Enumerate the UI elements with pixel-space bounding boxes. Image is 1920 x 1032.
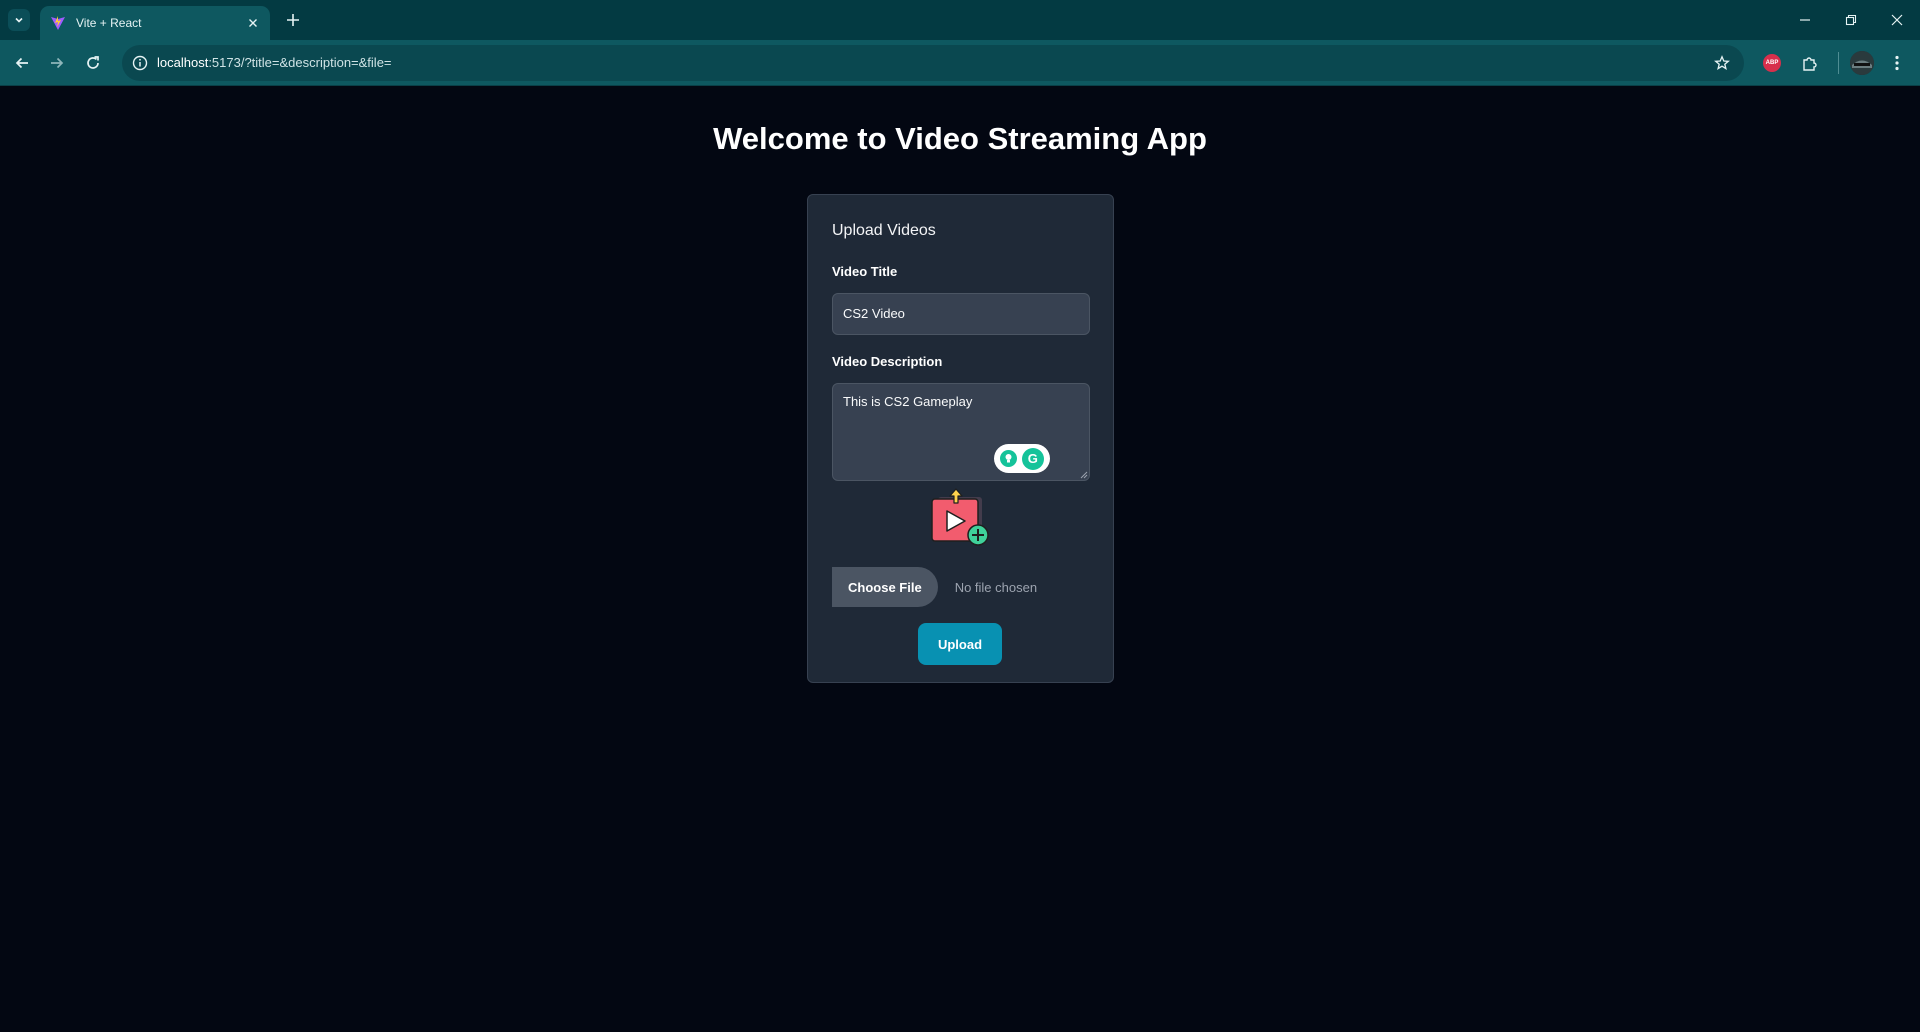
grammarly-icon[interactable]: G [1021, 447, 1044, 470]
page-title: Welcome to Video Streaming App [713, 121, 1207, 156]
minimize-icon [1800, 19, 1810, 21]
arrow-left-icon [15, 57, 28, 69]
choose-file-button[interactable]: Choose File [832, 567, 938, 607]
reload-button[interactable] [81, 51, 105, 75]
upload-button[interactable]: Upload [918, 623, 1002, 665]
file-input[interactable]: Choose File No file chosen [832, 567, 1037, 607]
adblock-icon: ABP [1763, 54, 1781, 72]
browser-menu-button[interactable] [1885, 51, 1909, 75]
site-info-button[interactable] [128, 51, 152, 75]
url-text[interactable]: localhost:5173/?title=&description=&file… [157, 55, 392, 70]
profile-avatar[interactable] [1850, 51, 1874, 75]
tab-close-button[interactable] [244, 14, 262, 32]
back-button[interactable] [10, 51, 34, 75]
plus-icon [287, 14, 299, 26]
chevron-down-icon [15, 17, 23, 23]
arrow-right-icon [51, 57, 64, 69]
resize-handle-icon[interactable] [1080, 471, 1088, 479]
star-icon [1714, 55, 1730, 70]
restore-button[interactable] [1838, 8, 1864, 32]
avatar-image [1850, 51, 1874, 75]
tab-search-button[interactable] [8, 9, 30, 31]
video-description-label: Video Description [832, 354, 943, 369]
toolbar-divider [1838, 52, 1839, 74]
browser-tab-bar: Vite + React [0, 0, 1920, 40]
vite-logo-icon [51, 16, 65, 30]
extensions-button[interactable] [1797, 51, 1821, 75]
video-upload-icon [931, 488, 989, 546]
address-bar[interactable]: localhost:5173/?title=&description=&file… [122, 45, 1744, 81]
forward-button[interactable] [45, 51, 69, 75]
minimize-button[interactable] [1792, 8, 1818, 32]
browser-tab-active[interactable]: Vite + React [40, 6, 270, 40]
adblock-extension-button[interactable]: ABP [1760, 51, 1784, 75]
more-vertical-icon [1895, 55, 1899, 71]
video-description-textarea[interactable]: This is CS2 Gameplay [832, 383, 1090, 481]
close-icon [1891, 14, 1903, 26]
close-window-button[interactable] [1884, 8, 1910, 32]
video-title-input[interactable]: CS2 Video [832, 293, 1090, 335]
close-icon [249, 19, 257, 27]
browser-toolbar: localhost:5173/?title=&description=&file… [0, 40, 1920, 86]
reload-icon [87, 56, 99, 69]
info-icon [132, 55, 148, 71]
bookmark-button[interactable] [1710, 51, 1734, 75]
tab-title: Vite + React [76, 16, 142, 30]
puzzle-icon [1802, 56, 1817, 71]
video-title-label: Video Title [832, 264, 898, 279]
lightbulb-icon[interactable] [1000, 450, 1018, 467]
file-status-text: No file chosen [954, 579, 1038, 595]
restore-icon [1845, 14, 1857, 26]
url-host: localhost [157, 55, 209, 70]
new-tab-button[interactable] [282, 9, 304, 31]
card-title: Upload Videos [832, 222, 936, 239]
grammarly-widget[interactable]: G [994, 444, 1050, 473]
upload-card: Upload Videos Video Title CS2 Video Vide… [807, 194, 1114, 683]
page-content: Welcome to Video Streaming App Upload Vi… [0, 87, 1920, 1032]
video-description-text: This is CS2 Gameplay [843, 394, 973, 409]
url-path: :5173/?title=&description=&file= [208, 55, 392, 70]
